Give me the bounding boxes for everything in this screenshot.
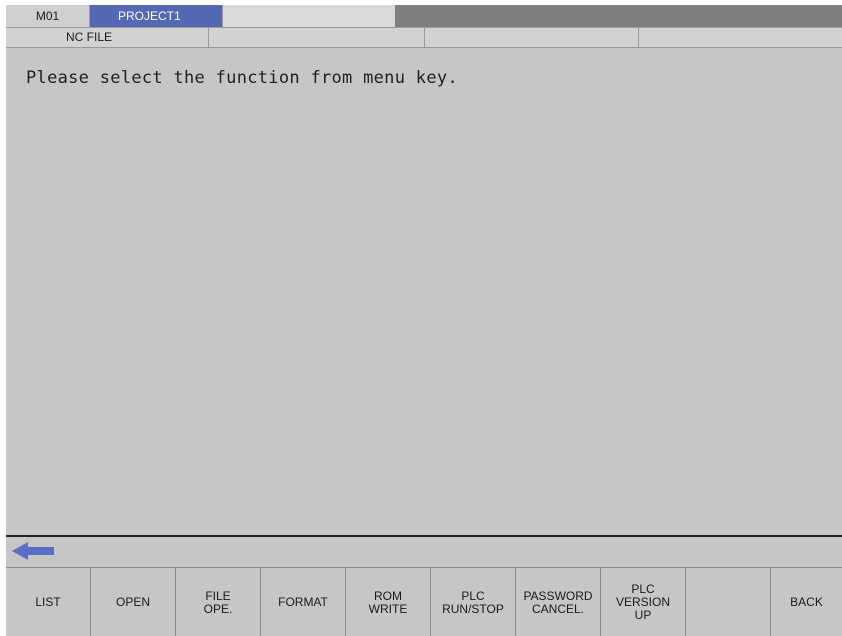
title-cell-2 [209,28,425,47]
machine-label: M01 [6,5,90,27]
menu-prompt-bar [6,535,842,565]
menu-key-plc-run-stop[interactable]: PLC RUN/STOP [431,568,516,636]
menu-key-password-cancel[interactable]: PASSWORD CANCEL. [516,568,601,636]
menu-key-plc-version-up[interactable]: PLC VERSION UP [601,568,686,636]
menu-key-blank[interactable] [686,568,771,636]
title-cell-4 [639,28,842,47]
menu-key-format[interactable]: FORMAT [261,568,346,636]
screen-title-bar: NC FILE [6,27,842,48]
screen-title: NC FILE [6,28,209,47]
status-blank [222,5,395,27]
project-tab[interactable]: PROJECT1 [90,5,222,27]
menu-key-bar: LIST OPEN FILE OPE. FORMAT ROM WRITE PLC… [6,567,842,636]
left-arrow-icon[interactable] [12,540,56,562]
title-cell-3 [425,28,639,47]
menu-key-open[interactable]: OPEN [91,568,176,636]
nc-screen: M01 PROJECT1 NC FILE Please select the f… [6,5,842,636]
instruction-message: Please select the function from menu key… [26,68,458,88]
menu-key-rom-write[interactable]: ROM WRITE [346,568,431,636]
status-bar: M01 PROJECT1 [6,5,842,27]
menu-key-back[interactable]: BACK [771,568,842,636]
menu-key-file-ope[interactable]: FILE OPE. [176,568,261,636]
main-panel: Please select the function from menu key… [6,48,842,535]
menu-key-list[interactable]: LIST [6,568,91,636]
